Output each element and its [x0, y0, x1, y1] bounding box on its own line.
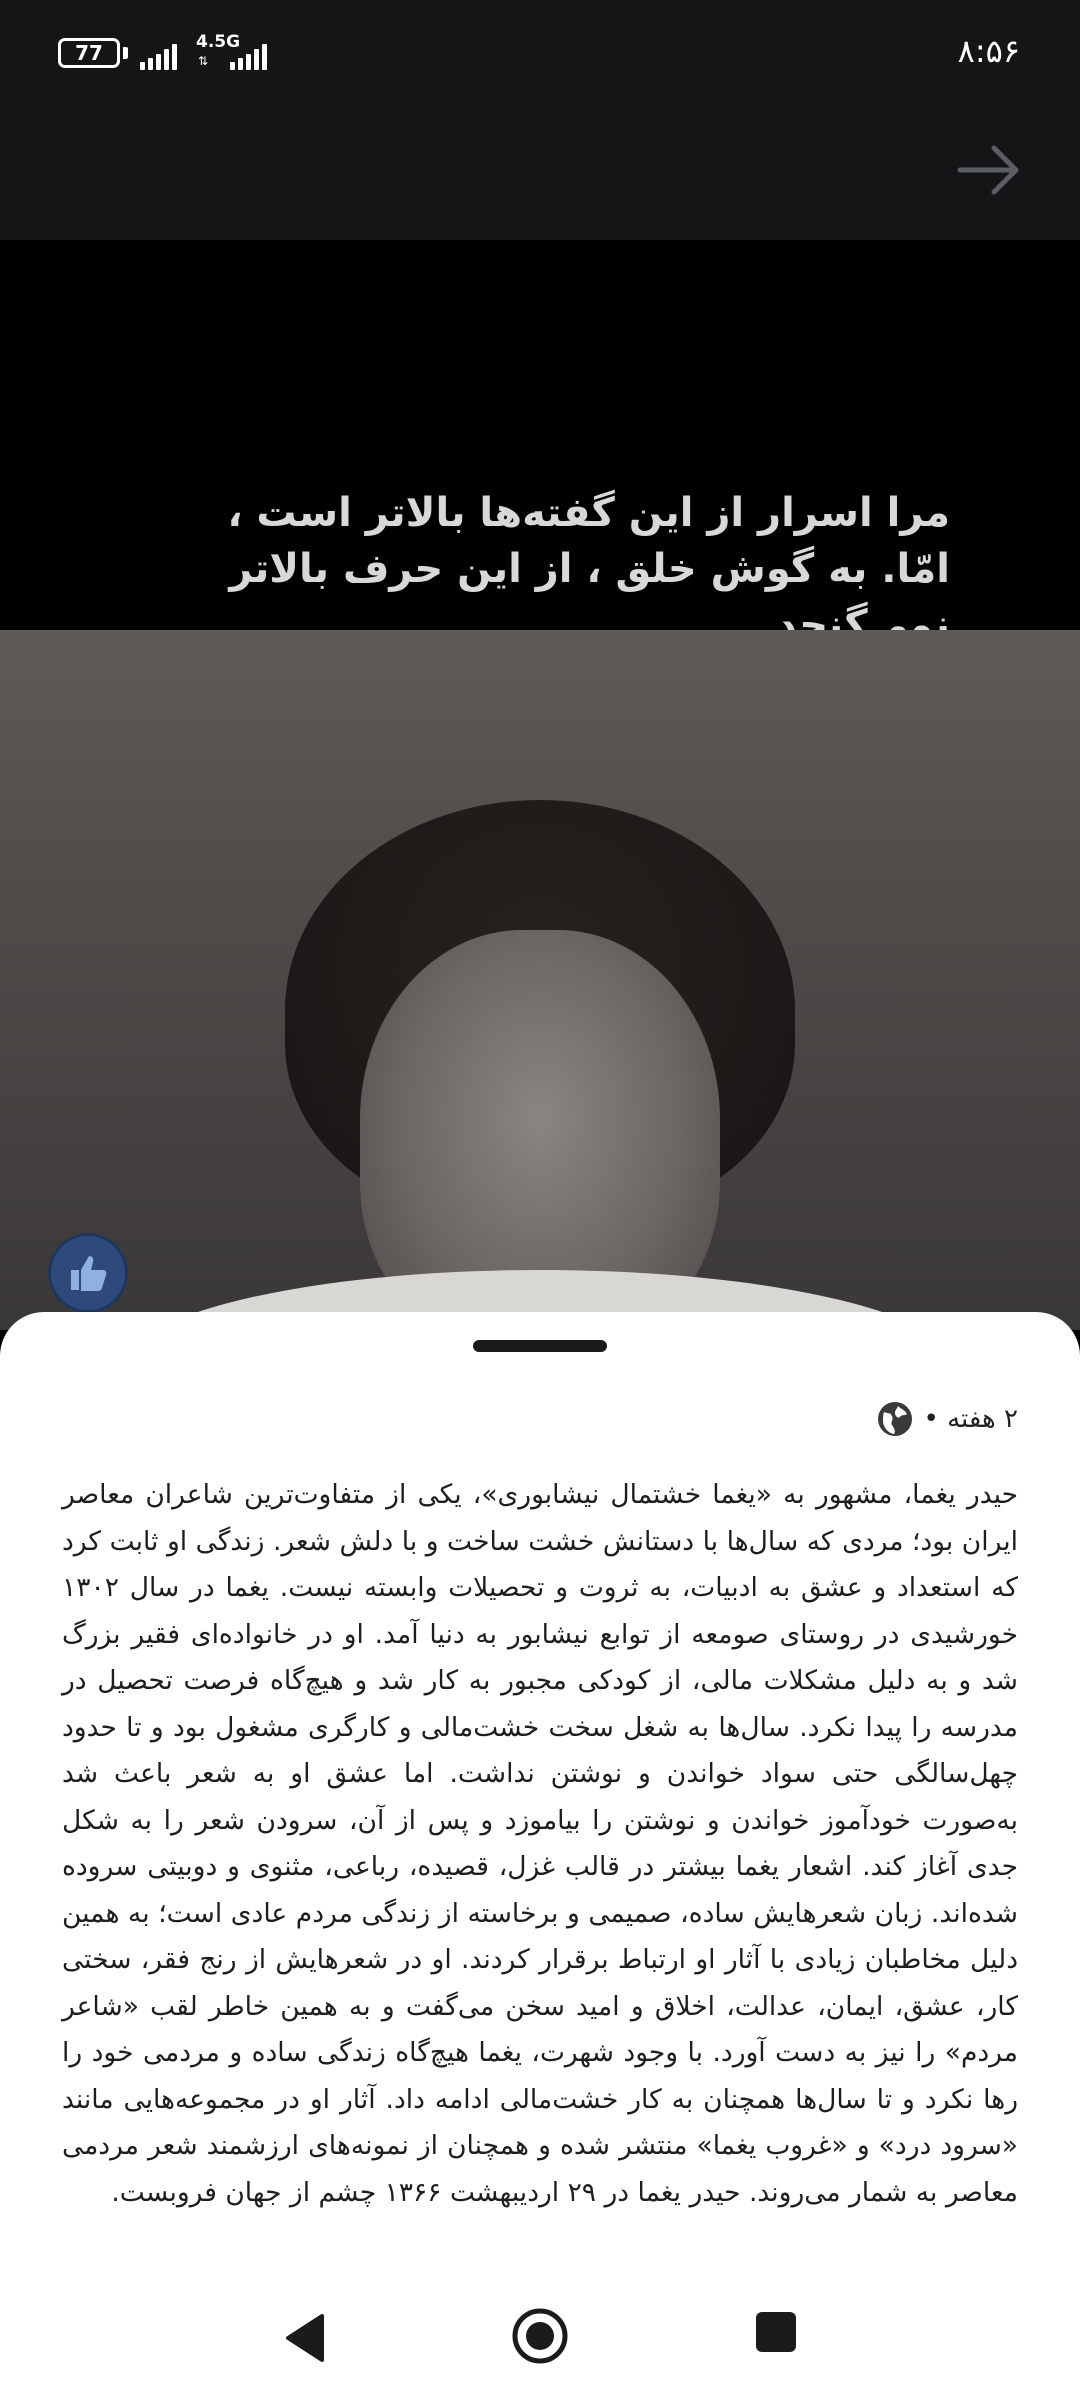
navigation-bar	[0, 2260, 1080, 2400]
circle-home-icon[interactable]	[510, 2306, 570, 2366]
square-recents-icon[interactable]	[756, 2312, 796, 2352]
video-frame[interactable]	[0, 630, 1080, 1330]
thumbs-up-glyph	[71, 1256, 107, 1291]
video-caption: مرا اسرار از این گفته‌ها بالاتر است ، ام…	[90, 485, 950, 653]
globe-icon	[877, 1402, 912, 1436]
signal-strength-icon-2	[230, 40, 267, 70]
triangle-back-icon[interactable]	[280, 2310, 330, 2366]
drag-handle[interactable]	[473, 1340, 607, 1352]
post-meta: ۲ هفته •	[876, 1400, 1018, 1438]
signal-strength-icon	[140, 40, 177, 70]
clock: ۸:۵۶	[957, 32, 1020, 70]
post-age: ۲ هفته •	[923, 1404, 1018, 1434]
top-bar	[0, 108, 1080, 240]
description-sheet: ۲ هفته • حیدر یغما، مشهور به «یغما خشتما…	[0, 1312, 1080, 2400]
status-bar: 77 4.5G ⇅ ۸:۵۶	[0, 0, 1080, 108]
battery-tip	[123, 47, 128, 59]
arrow-right-icon[interactable]	[950, 130, 1030, 210]
thumbs-up-icon[interactable]	[48, 1233, 128, 1313]
post-description: حیدر یغما، مشهور به «یغما خشتمال نیشابور…	[62, 1479, 1018, 2208]
battery-level: 77	[75, 41, 103, 65]
battery-icon: 77	[58, 38, 120, 68]
caption-line-1: مرا اسرار از این گفته‌ها بالاتر است ،	[227, 490, 950, 536]
data-arrows-icon: ⇅	[198, 54, 209, 68]
